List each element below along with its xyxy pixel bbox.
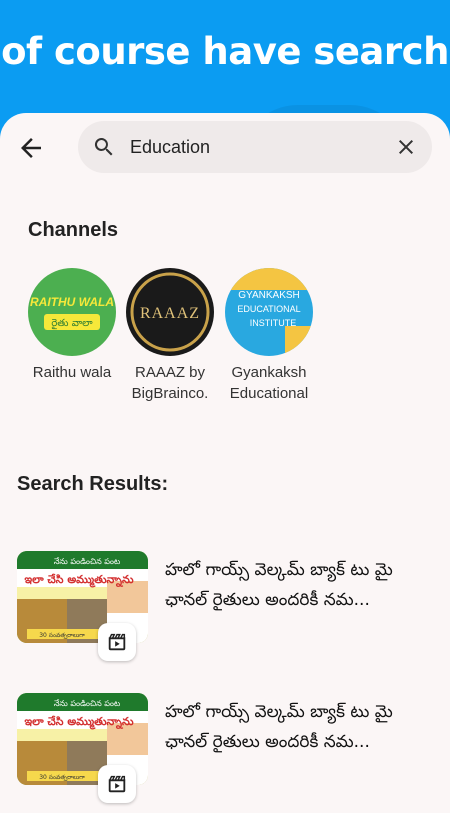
logo-text: EDUCATIONAL [237,304,300,314]
logo-text: GYANKAKSH [238,290,300,301]
channel-item-raithu-wala[interactable]: RAITHU WALA రైతు వాలా Raithu wala [22,268,122,383]
channel-avatar: GYANKAKSH EDUCATIONAL INSTITUTE [225,268,313,356]
svg-text:నేను పండించిన పంట: నేను పండించిన పంట [54,699,120,708]
channel-avatar: RAITHU WALA రైతు వాలా [28,268,116,356]
result-item[interactable]: నేను పండించిన పంట ఇలా చేసి అమ్ముతున్నాను… [17,551,437,661]
back-button[interactable] [16,133,46,163]
result-title: హలో గాయ్స్ వెల్కమ్ బ్యాక్ టు మై ఛానల్ రై… [165,560,393,610]
channel-name: Raithu wala [32,364,112,381]
close-icon[interactable] [394,135,418,159]
svg-text:30 సంవత్సరాలుగా: 30 సంవత్సరాలుగా [39,774,85,782]
logo-text: RAAAZ [140,305,200,322]
channel-item-raaaz[interactable]: RAAAZ RAAAZ by BigBrainco. [120,268,220,404]
search-screen: Channels RAITHU WALA రైతు వాలా Raithu wa… [0,113,450,813]
channel-item-gyankaksh[interactable]: GYANKAKSH EDUCATIONAL INSTITUTE Gyankaks… [219,268,319,404]
channel-logo: GYANKAKSH EDUCATIONAL INSTITUTE [225,268,313,356]
search-input[interactable] [130,132,370,162]
arrow-left-icon [21,138,41,158]
channel-name: RAAAZ by BigBrainco. [131,364,209,402]
channels-heading: Channels [28,219,119,241]
channel-name: Gyankaksh Educational [229,364,309,402]
channel-logo: RAITHU WALA రైతు వాలా [30,295,114,330]
search-results-heading: Search Results: [17,473,169,495]
video-badge [98,623,136,661]
channel-logo: RAAAZ [130,272,210,352]
video-clip-icon [108,633,126,651]
svg-text:ఇలా చేసి అమ్ముతున్నాను: ఇలా చేసి అమ్ముతున్నాను [24,573,133,588]
promo-banner: of course have search [0,0,450,130]
result-item[interactable]: నేను పండించిన పంట ఇలా చేసి అమ్ముతున్నాను… [17,693,437,803]
promo-title: of course have search [1,30,449,73]
channel-avatar: RAAAZ [126,268,214,356]
logo-text: RAITHU WALA [30,295,114,309]
search-icon [94,138,113,156]
result-title: హలో గాయ్స్ వెల్కమ్ బ్యాక్ టు మై ఛానల్ రై… [165,702,393,752]
video-badge [98,765,136,803]
svg-text:30 సంవత్సరాలుగా: 30 సంవత్సరాలుగా [39,632,85,640]
svg-text:నేను పండించిన పంట: నేను పండించిన పంట [54,557,120,566]
video-clip-icon [108,775,126,793]
logo-text: INSTITUTE [250,318,297,328]
search-bar [78,121,432,173]
svg-text:ఇలా చేసి అమ్ముతున్నాను: ఇలా చేసి అమ్ముతున్నాను [24,715,133,730]
logo-text: రైతు వాలా [51,318,93,330]
